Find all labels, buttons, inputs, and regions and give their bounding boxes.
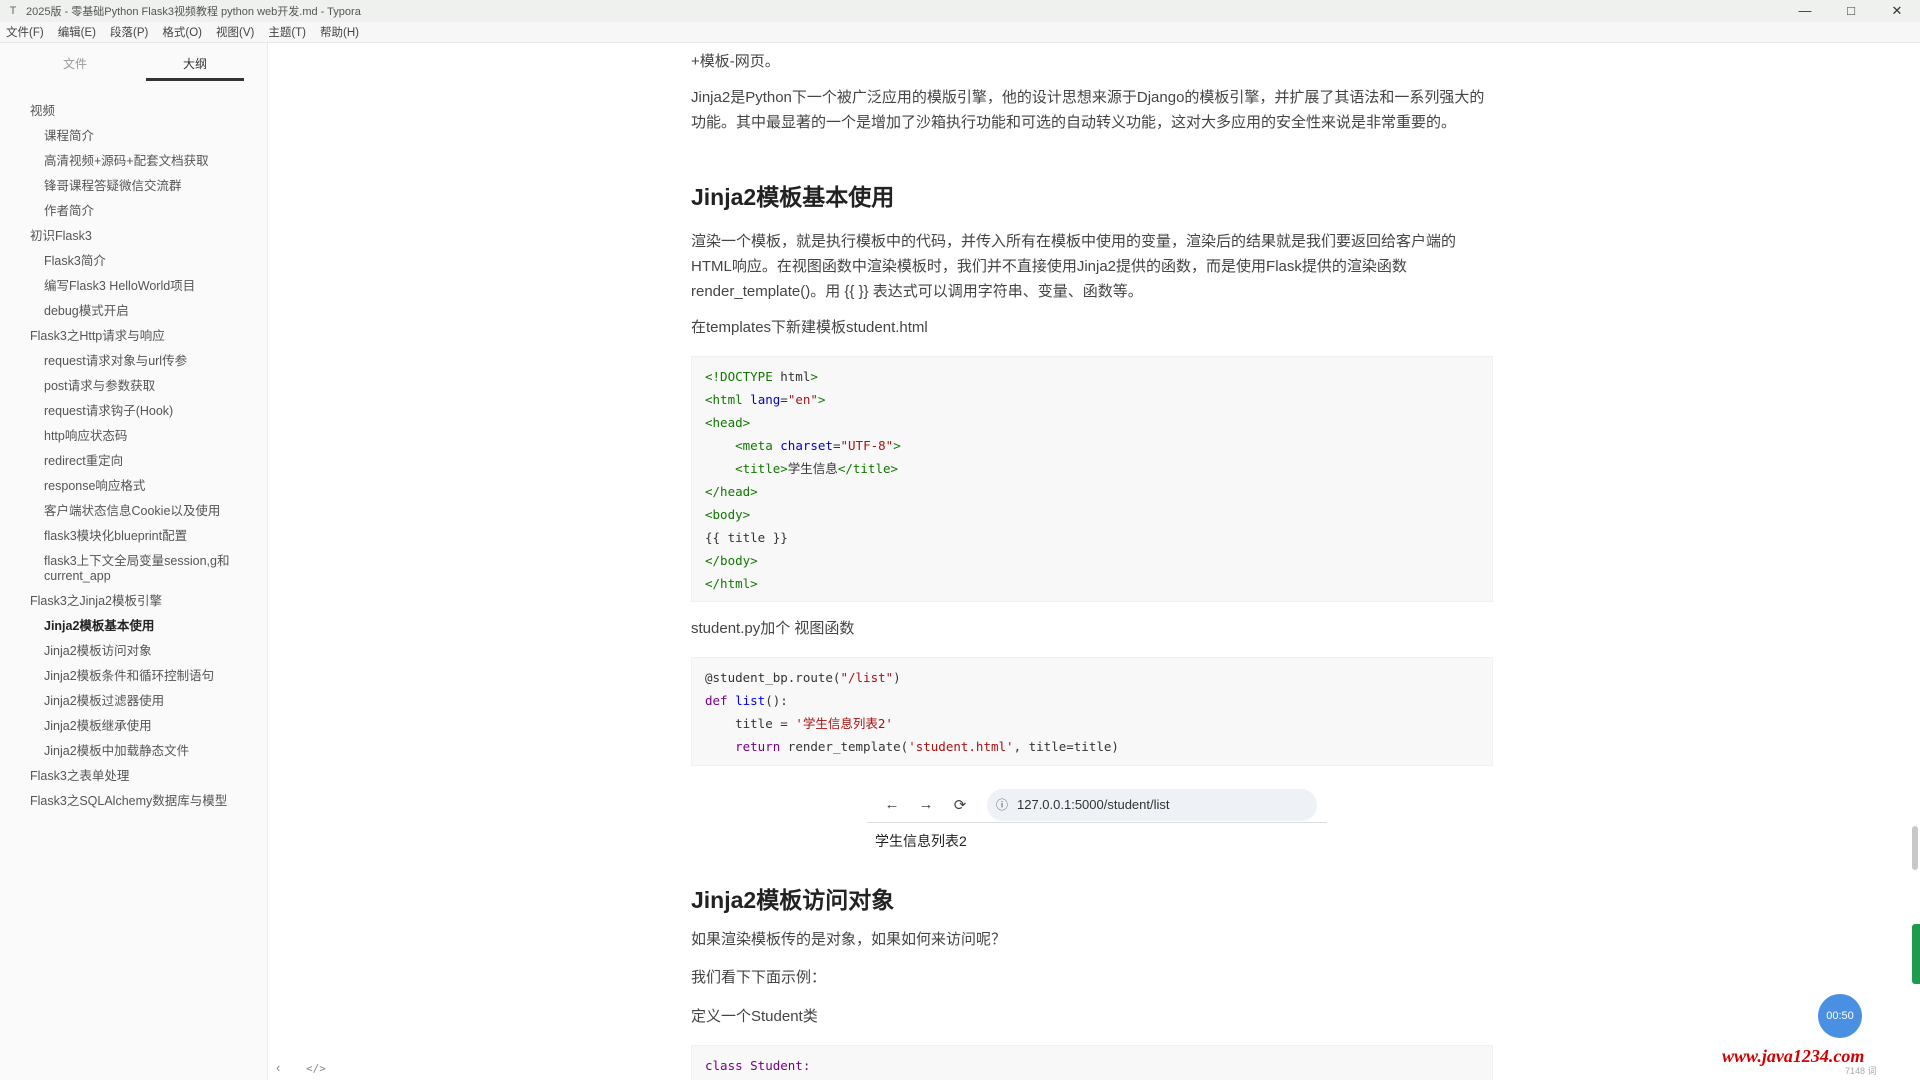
outline-item[interactable]: Jinja2模板基本使用 xyxy=(0,614,267,639)
menu-item[interactable]: 编辑(E) xyxy=(52,24,104,40)
code-block-class[interactable]: class Student: xyxy=(691,1045,1493,1080)
outline-item[interactable]: Flask3之Http请求与响应 xyxy=(0,324,267,349)
menu-item[interactable]: 段落(P) xyxy=(104,24,156,40)
outline-item[interactable]: Flask3之表单处理 xyxy=(0,764,267,789)
outline-item[interactable]: 视频 xyxy=(0,99,267,124)
outline-item[interactable]: 初识Flask3 xyxy=(0,224,267,249)
code-line: <html lang="en"> xyxy=(705,392,826,407)
code-line: <title>学生信息</title> xyxy=(735,461,899,476)
paragraph-question: 如果渲染模板传的是对象，如果如何来访问呢？ xyxy=(691,931,1007,948)
address-url: 127.0.0.1:5000/student/list xyxy=(1017,797,1170,812)
outline-item[interactable]: Flask3之Jinja2模板引擎 xyxy=(0,589,267,614)
code-class-line: class Student: xyxy=(705,1058,811,1073)
code-line: </html> xyxy=(705,576,758,591)
outline-item[interactable]: redirect重定向 xyxy=(0,449,267,474)
outline-item[interactable]: 课程简介 xyxy=(0,124,267,149)
outline-item[interactable]: Jinja2模板过滤器使用 xyxy=(0,689,267,714)
outline-item[interactable]: post请求与参数获取 xyxy=(0,374,267,399)
outline-item[interactable]: 客户端状态信息Cookie以及使用 xyxy=(0,499,267,524)
outline-item[interactable]: Flask3之SQLAlchemy数据库与模型 xyxy=(0,789,267,814)
minimize-button[interactable]: — xyxy=(1782,0,1828,22)
outline-item[interactable]: Flask3简介 xyxy=(0,249,267,274)
outline-item[interactable]: debug模式开启 xyxy=(0,299,267,324)
paragraph-new-file: 在templates下新建模板student.html xyxy=(691,319,928,336)
code-line: <!DOCTYPE html> xyxy=(705,369,818,384)
code-line: {{ title }} xyxy=(705,530,788,545)
code-line: </body> xyxy=(705,553,758,568)
code-block-html[interactable]: <!DOCTYPE html> <html lang="en"> <head> <m… xyxy=(691,356,1493,602)
recording-timer[interactable]: 00:50 xyxy=(1818,994,1862,1038)
editor-area[interactable]: +模板-网页。 Jinja2是Python下一个被广泛应用的模版引擎，他的设计思… xyxy=(268,43,1920,1080)
word-count[interactable]: 7148 词 xyxy=(1845,1064,1877,1077)
back-arrow-icon: ← xyxy=(884,796,900,813)
paragraph-define-class: 定义一个Student类 xyxy=(691,1008,818,1025)
paragraph-intro: Jinja2是Python下一个被广泛应用的模版引擎，他的设计思想来源于Djan… xyxy=(691,89,1485,131)
heading-jinja2-access: Jinja2模板访问对象 xyxy=(691,887,895,913)
code-line: <body> xyxy=(705,507,751,522)
tab-files[interactable]: 文件 xyxy=(26,53,124,81)
paragraph-example: 我们看下下面示例： xyxy=(691,969,827,986)
outline-item[interactable]: 作者简介 xyxy=(0,199,267,224)
code-line: </head> xyxy=(705,484,758,499)
site-info-icon: ⓘ xyxy=(995,798,1008,812)
outline-item[interactable]: Jinja2模板条件和循环控制语句 xyxy=(0,664,267,689)
outline-item[interactable]: request请求对象与url传参 xyxy=(0,349,267,374)
code-block-python[interactable]: @student_bp.route("/list")def list(): ti… xyxy=(691,657,1493,766)
paragraph-render-desc: 渲染一个模板，就是执行模板中的代码，并传入所有在模板中使用的变量，渲染后的结果就… xyxy=(691,233,1457,300)
code-line: return render_template('student.html', t… xyxy=(735,739,1119,754)
menu-item[interactable]: 格式(O) xyxy=(156,24,210,40)
typora-logo-icon: T xyxy=(9,5,17,17)
close-button[interactable]: ✕ xyxy=(1874,0,1920,22)
code-line: def list(): xyxy=(705,693,788,708)
outline-list: 视频 课程简介 高清视频+源码+配套文档获取 锋哥课程答疑微信交流群 作者简介 初识Fla… xyxy=(0,91,267,814)
menu-item[interactable]: 文件(F) xyxy=(0,24,52,40)
side-handle[interactable] xyxy=(1912,924,1920,984)
paragraph-top-line: +模板-网页。 xyxy=(691,53,780,70)
heading-jinja2-basic: Jinja2模板基本使用 xyxy=(691,184,895,210)
outline-item[interactable]: Jinja2模板访问对象 xyxy=(0,639,267,664)
code-line: @student_bp.route("/list") xyxy=(705,670,901,685)
address-bar: ⓘ 127.0.0.1:5000/student/list xyxy=(987,788,1317,821)
outline-item[interactable]: 锋哥课程答疑微信交流群 xyxy=(0,174,267,199)
tab-outline[interactable]: 大纲 xyxy=(146,53,244,81)
title-bar: T 2025版 - 零基础Python Flask3视频教程 python we… xyxy=(0,0,1920,22)
browser-preview-image: ← → ⟳ ⓘ 127.0.0.1:5000/student/list 学生信息… xyxy=(867,787,1327,863)
code-line: title = '学生信息列表2' xyxy=(705,716,893,731)
code-line: <head> xyxy=(705,415,751,430)
sidebar: 文件 大纲 视频 课程简介 高清视频+源码+配套文档获取 锋哥课程答疑微信交流群 作者简介… xyxy=(0,43,268,1080)
maximize-button[interactable]: □ xyxy=(1828,0,1874,22)
browser-page-text: 学生信息列表2 xyxy=(875,833,967,849)
watermark-text: www.java1234.com xyxy=(1722,1046,1865,1066)
menu-item[interactable]: 视图(V) xyxy=(210,24,262,40)
reload-icon: ⟳ xyxy=(953,796,967,814)
browser-toolbar: ← → ⟳ ⓘ 127.0.0.1:5000/student/list xyxy=(867,787,1327,823)
outline-item[interactable]: http响应状态码 xyxy=(0,424,267,449)
outline-item[interactable]: 高清视频+源码+配套文档获取 xyxy=(0,149,267,174)
outline-item[interactable]: response响应格式 xyxy=(0,474,267,499)
outline-item[interactable]: flask3模块化blueprint配置 xyxy=(0,524,267,549)
menu-item[interactable]: 帮助(H) xyxy=(314,24,367,40)
outline-item[interactable]: 编写Flask3 HelloWorld项目 xyxy=(0,274,267,299)
sidebar-tabs: 文件 大纲 xyxy=(0,43,267,91)
outline-item[interactable]: request请求钩子(Hook) xyxy=(0,399,267,424)
window-title: 2025版 - 零基础Python Flask3视频教程 python web开… xyxy=(26,6,361,18)
forward-arrow-icon: → xyxy=(918,796,934,813)
window-controls: — □ ✕ xyxy=(1782,0,1920,22)
outline-item[interactable]: Jinja2模板中加载静态文件 xyxy=(0,739,267,764)
outline-item[interactable]: flask3上下文全局变量session,g和current_app xyxy=(0,549,267,589)
menu-bar: 文件(F) 编辑(E) 段落(P) 格式(O) 视图(V) 主题(T) 帮助(H) xyxy=(0,22,1920,43)
paragraph-student-py: student.py加个 视图函数 xyxy=(691,620,855,637)
outline-item[interactable]: Jinja2模板继承使用 xyxy=(0,714,267,739)
scrollbar-thumb[interactable] xyxy=(1912,826,1918,870)
menu-item[interactable]: 主题(T) xyxy=(262,24,314,40)
code-line: <meta charset="UTF-8"> xyxy=(735,438,901,453)
